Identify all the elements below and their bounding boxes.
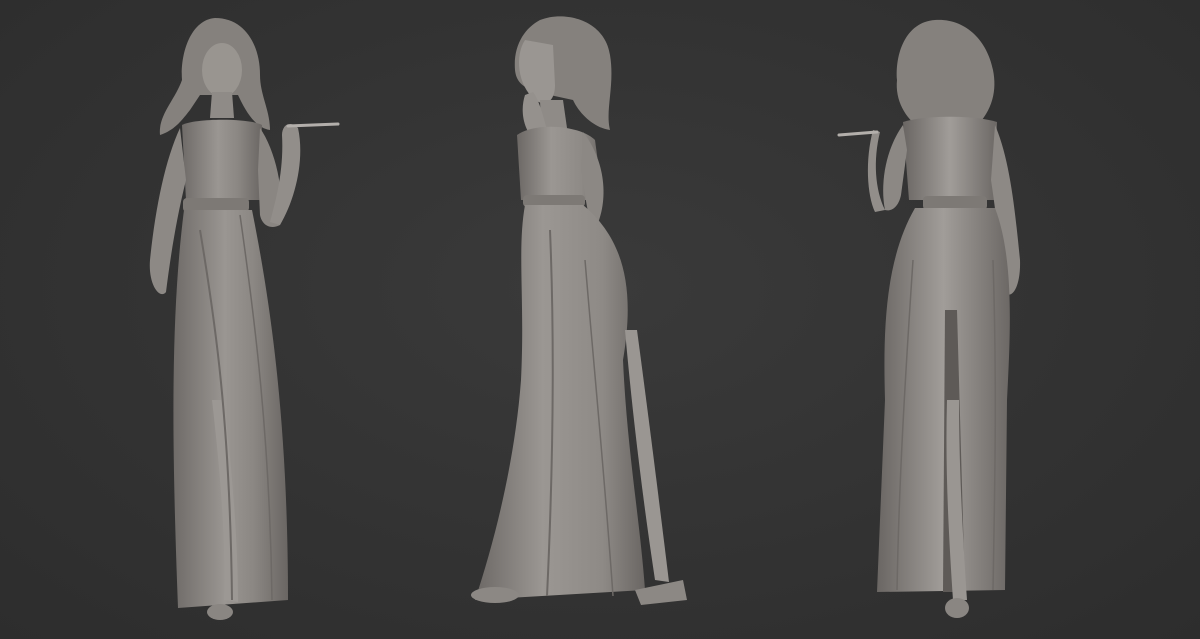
forearm-shape xyxy=(867,130,885,212)
neck-shape xyxy=(210,92,234,118)
back-shape xyxy=(903,116,997,200)
face-shape xyxy=(202,43,242,97)
shoe-shape xyxy=(207,604,233,620)
sculpt-figure-side-icon xyxy=(471,16,687,605)
gown-skirt-shape xyxy=(475,205,645,600)
arm-shape xyxy=(883,125,907,211)
sculpt-viewport xyxy=(0,0,1200,639)
figure-front-view xyxy=(120,0,360,639)
sculpt-figure-front-icon xyxy=(149,18,340,620)
shoe-shape xyxy=(471,587,519,603)
belt-shape xyxy=(183,198,249,212)
face-shape xyxy=(519,40,555,104)
cigarette-holder-shape xyxy=(286,122,340,128)
shoe-shape xyxy=(945,598,969,618)
torso-shape xyxy=(182,119,262,200)
belt-shape xyxy=(923,196,987,210)
figure-back-view xyxy=(825,0,1055,639)
hair-shape xyxy=(896,19,995,128)
cigarette-holder-shape xyxy=(837,130,879,137)
sculpt-figure-back-icon xyxy=(837,19,1021,618)
figure-side-view xyxy=(455,0,705,639)
